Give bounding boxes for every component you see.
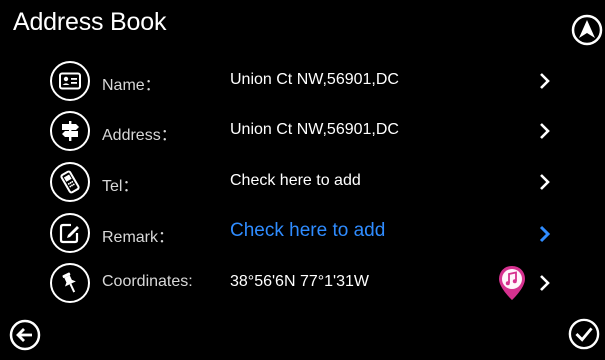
address-label: Address：: [102, 127, 177, 144]
remark-value[interactable]: Check here to add: [230, 220, 385, 242]
navigation-arrow-button[interactable]: [571, 14, 603, 46]
chevron-right-icon: [540, 275, 550, 291]
music-map-pin-icon[interactable]: [497, 264, 527, 302]
coordinates-value: 38°56'6N 77°1'31W: [230, 273, 369, 290]
checkmark-icon: [568, 318, 600, 350]
chevron-right-icon: [540, 123, 550, 139]
navigation-arrow-icon: [571, 14, 603, 46]
page-title: Address Book: [13, 8, 167, 36]
tel-row[interactable]: Tel： Check here to add: [0, 158, 605, 206]
chevron-right-icon: [539, 225, 551, 243]
phone-icon: [50, 162, 90, 202]
coordinates-label: Coordinates:: [102, 273, 193, 290]
id-card-icon: [50, 61, 90, 101]
address-value: Union Ct NW,56901,DC: [230, 121, 399, 138]
edit-icon: [50, 213, 90, 253]
name-label: Name：: [102, 77, 161, 94]
signpost-icon: [50, 111, 90, 151]
name-row[interactable]: Name： Union Ct NW,56901,DC: [0, 57, 605, 105]
tel-label: Tel：: [102, 178, 139, 195]
address-row[interactable]: Address： Union Ct NW,56901,DC: [0, 107, 605, 155]
chevron-right-icon: [540, 174, 550, 190]
pin-icon: [50, 263, 90, 303]
remark-row[interactable]: Remark： Check here to add: [0, 209, 605, 257]
chevron-right-icon: [540, 73, 550, 89]
coordinates-row[interactable]: Coordinates: 38°56'6N 77°1'31W: [0, 259, 605, 307]
arrow-left-icon: [9, 319, 41, 351]
tel-value[interactable]: Check here to add: [230, 172, 361, 190]
name-value: Union Ct NW,56901,DC: [230, 71, 399, 88]
remark-label: Remark：: [102, 229, 175, 246]
back-button[interactable]: [9, 319, 41, 351]
confirm-button[interactable]: [568, 318, 600, 350]
